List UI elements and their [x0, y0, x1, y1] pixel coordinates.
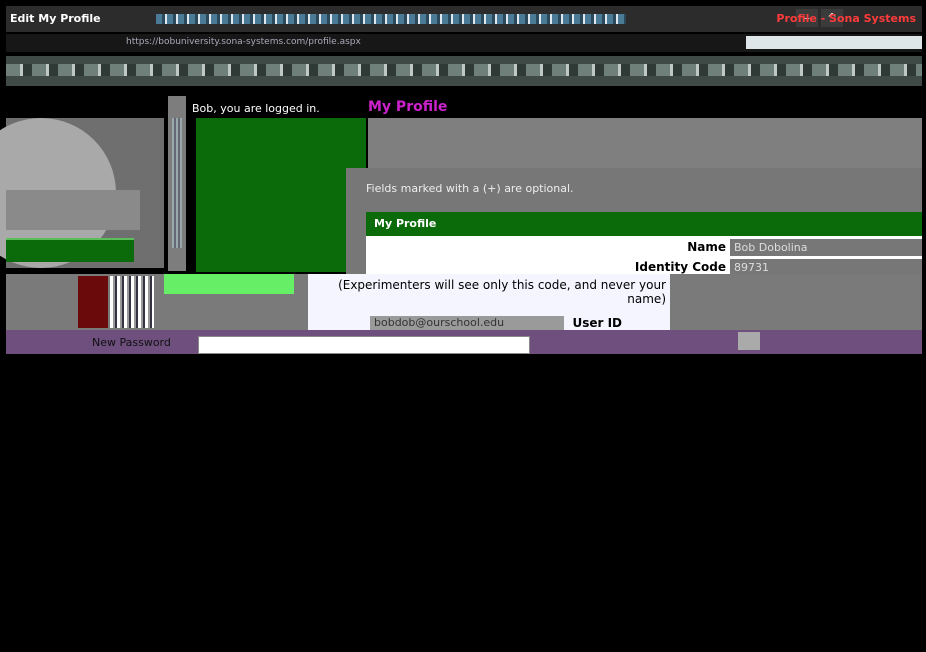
name-label: Name: [687, 240, 726, 254]
tab-strip: [156, 14, 626, 24]
password-row: New Password: [6, 330, 922, 354]
browser-window-title: Profile - Sona Systems: [776, 12, 916, 25]
password-toggle-button[interactable]: [738, 332, 760, 350]
user-id-value: bobdob@ourschool.edu: [370, 316, 564, 330]
sidebar-highlight[interactable]: [164, 274, 294, 294]
name-value: Bob Dobolina: [730, 239, 922, 256]
content-header: [368, 118, 922, 168]
profile-table-title: My Profile: [374, 217, 437, 230]
sidebar-stripes: [110, 276, 154, 328]
toolbar-buttons[interactable]: [6, 64, 922, 76]
logged-in-text: Bob, you are logged in.: [192, 102, 320, 115]
page-content: Bob, you are logged in. My Profile Field…: [0, 96, 922, 652]
scrollbar[interactable]: [168, 96, 186, 271]
page-title: My Profile: [368, 99, 448, 115]
identity-help-text: (Experimenters will see only this code, …: [338, 278, 666, 306]
sidebar-image: [78, 276, 108, 328]
identity-row: (Experimenters will see only this code, …: [6, 274, 922, 330]
new-password-field[interactable]: [198, 336, 530, 354]
search-input[interactable]: [746, 36, 922, 49]
identity-code-value: 89731: [730, 259, 922, 274]
left-sidebar: [0, 118, 164, 268]
address-bar[interactable]: https://bobuniversity.sona-systems.com/p…: [6, 34, 922, 52]
browser-titlebar: Edit My Profile – ^ Profile - Sona Syste…: [6, 6, 922, 32]
identity-code-label: Identity Code: [634, 260, 726, 274]
profile-table: My Profile Name Bob Dobolina Identity Co…: [366, 212, 922, 274]
user-id-label: User ID: [572, 316, 622, 330]
browser-tab-title[interactable]: Edit My Profile: [10, 12, 101, 25]
browser-toolbar: [6, 56, 922, 86]
scrollbar-thumb[interactable]: [172, 118, 182, 248]
sidebar-box: [6, 190, 140, 230]
optional-note: Fields marked with a (+) are optional.: [366, 182, 574, 195]
login-status-bar: Bob, you are logged in.: [186, 100, 356, 118]
new-password-label: New Password: [92, 336, 171, 349]
sidebar-menu-header[interactable]: [6, 238, 134, 262]
url-text[interactable]: https://bobuniversity.sona-systems.com/p…: [126, 37, 361, 47]
header-strip: [6, 100, 156, 118]
nav-panel: [196, 118, 366, 272]
profile-table-header: My Profile: [366, 212, 922, 236]
profile-content: Fields marked with a (+) are optional. M…: [346, 168, 922, 274]
